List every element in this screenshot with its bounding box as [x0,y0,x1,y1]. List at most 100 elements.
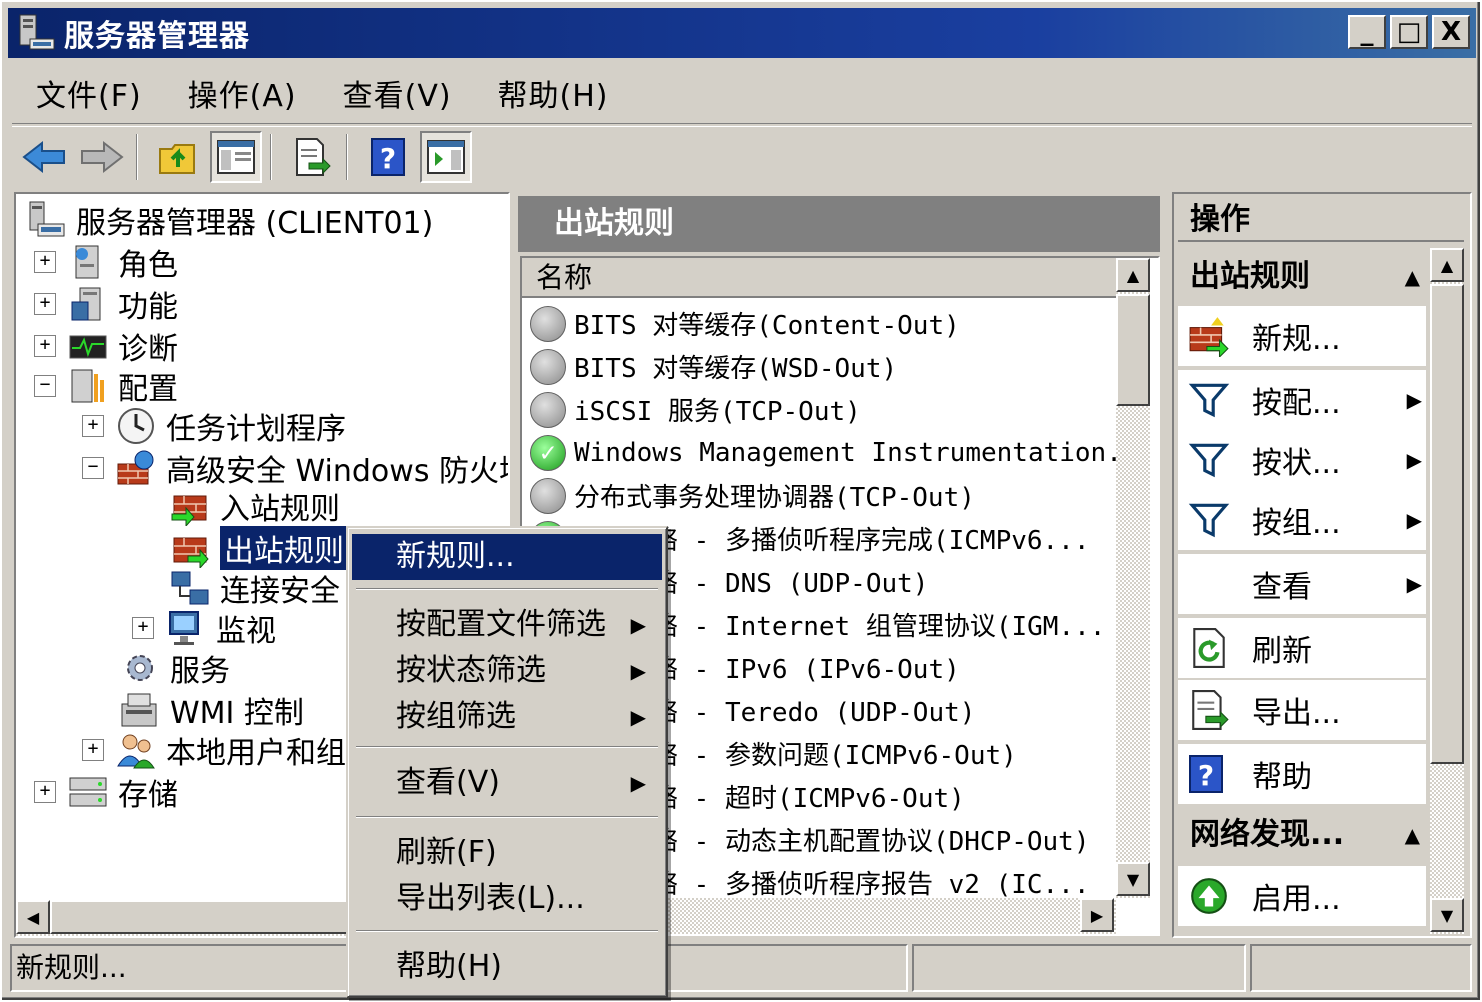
expand-toggle[interactable]: + [82,739,104,761]
actions-section-network-discovery[interactable]: 网络发现... ▲ [1178,806,1426,864]
show-hide-tree-button[interactable] [210,130,262,183]
action-filter-by-group[interactable]: 按组... ▶ [1178,490,1426,550]
section-label: 网络发现... [1190,817,1345,852]
collapse-icon[interactable]: ▲ [1405,248,1420,306]
tree-item-root[interactable]: 服务器管理器 (CLIENT01) [26,198,433,242]
back-arrow-icon [22,140,65,173]
action-enable[interactable]: 启用... [1178,866,1426,926]
submenu-arrow-icon: ▶ [630,771,646,795]
ctx-new-rule[interactable]: 新规则... [352,534,662,580]
new-rule-icon [1188,315,1230,359]
rule-name: BITS 对等缓存(WSD-Out) [574,354,898,384]
disabled-rule-icon [530,477,566,514]
back-button[interactable] [18,131,70,183]
ctx-filter-by-state[interactable]: 按状态筛选 ▶ [352,648,662,694]
export-list-button[interactable] [286,131,338,183]
action-new-rule[interactable]: 新规... [1178,306,1426,366]
maximize-button[interactable]: □ [1390,15,1428,49]
ctx-refresh[interactable]: 刷新(F) [352,830,662,876]
tree-label: 服务 [170,654,230,689]
title-bar[interactable]: 服务器管理器 _ □ X [8,8,1476,58]
action-view[interactable]: 查看 ▶ [1178,554,1426,614]
action-export[interactable]: 导出... [1178,680,1426,740]
expand-toggle[interactable]: + [34,335,56,357]
up-level-button[interactable] [152,131,204,183]
menu-separator [356,930,658,932]
action-refresh[interactable]: 刷新 [1178,618,1426,678]
tree-item-task-scheduler[interactable]: + 任务计划程序 [82,404,346,448]
tree-item-monitoring[interactable]: + 监视 [132,606,276,650]
table-row[interactable]: 分布式事务处理协调器(TCP-Out) [530,474,975,517]
forward-button[interactable] [76,131,128,183]
actions-section-outbound-rules[interactable]: 出站规则 ▲ [1178,248,1426,306]
expand-toggle[interactable]: + [132,617,154,639]
toolbar-separator [346,133,348,180]
expand-toggle[interactable]: + [34,293,56,315]
scroll-up-button[interactable]: ▲ [1430,248,1464,282]
scroll-up-button[interactable]: ▲ [1116,258,1150,292]
submenu-arrow-icon: ▶ [630,613,646,637]
rule-name: BITS 对等缓存(Content-Out) [574,311,960,341]
scroll-left-button[interactable]: ◀ [16,900,50,934]
expand-toggle[interactable]: + [34,251,56,273]
tree-item-diagnostics[interactable]: + 诊断 [34,324,178,368]
minimize-button[interactable]: _ [1348,15,1386,49]
tree-item-features[interactable]: + 功能 [34,282,178,326]
scroll-down-button[interactable]: ▼ [1430,898,1464,932]
scroll-thumb[interactable] [50,900,350,934]
close-button[interactable]: X [1432,15,1470,49]
action-help[interactable]: ? 帮助 [1178,744,1426,804]
menu-file[interactable]: 文件(F) [36,71,142,115]
tree-label: 连接安全 [220,574,340,609]
action-filter-by-profile[interactable]: 按配... ▶ [1178,370,1426,430]
submenu-arrow-icon: ▶ [1406,508,1422,532]
menu-help[interactable]: 帮助(H) [498,71,609,115]
help-button[interactable]: ? [362,131,414,183]
list-vertical-scrollbar[interactable]: ▲ ▼ [1116,258,1150,898]
tree-item-outbound-rules[interactable]: 出站规则 [170,525,349,571]
scroll-right-button[interactable]: ▶ [1080,898,1114,932]
action-label: 启用... [1252,882,1341,917]
tree-label: 入站规则 [220,492,340,527]
tree-item-local-users[interactable]: + 本地用户和组 [82,728,346,772]
tree-label: 服务器管理器 (CLIENT01) [76,206,434,241]
ctx-export-list[interactable]: 导出列表(L)... [352,876,662,922]
tree-item-connection-security[interactable]: 连接安全 [170,566,340,610]
filter-icon [1188,499,1230,541]
scroll-thumb[interactable] [1430,284,1464,764]
tree-item-configuration[interactable]: − 配置 [34,364,178,408]
ctx-help[interactable]: 帮助(H) [352,944,662,990]
scroll-thumb[interactable] [1116,294,1150,406]
menu-bar: 文件(F) 操作(A) 查看(V) 帮助(H) [12,62,1472,124]
column-header-name[interactable]: 名称 [522,258,1118,298]
ctx-label: 查看(V) [396,765,500,800]
collapse-toggle[interactable]: − [82,457,104,479]
table-row[interactable]: iSCSI 服务(TCP-Out) [530,388,861,431]
table-row[interactable]: ✓ Windows Management Instrumentation... [530,431,1153,474]
scroll-down-button[interactable]: ▼ [1116,862,1150,896]
actions-vertical-scrollbar[interactable]: ▲ ▼ [1430,248,1464,934]
table-row[interactable]: BITS 对等缓存(Content-Out) [530,302,960,345]
action-filter-by-state[interactable]: 按状... ▶ [1178,430,1426,490]
tree-item-services[interactable]: 服务 [120,646,230,690]
tree-item-wmi-control[interactable]: WMI 控制 [120,688,304,732]
ctx-view[interactable]: 查看(V) ▶ [352,760,662,806]
menu-action[interactable]: 操作(A) [188,71,297,115]
menu-view[interactable]: 查看(V) [343,71,452,115]
collapse-toggle[interactable]: − [34,375,56,397]
action-label: 刷新 [1252,634,1312,669]
disabled-rule-icon [530,391,566,428]
svg-text:?: ? [380,142,396,175]
ctx-filter-by-group[interactable]: 按组筛选 ▶ [352,694,662,740]
tree-label: 本地用户和组 [166,736,346,771]
tree-item-roles[interactable]: + 角色 [34,240,178,284]
table-row[interactable]: BITS 对等缓存(WSD-Out) [530,345,897,388]
ctx-filter-by-profile[interactable]: 按配置文件筛选 ▶ [352,602,662,648]
tree-item-inbound-rules[interactable]: 入站规则 [170,484,340,528]
expand-toggle[interactable]: + [34,781,56,803]
menu-separator [356,746,658,748]
expand-toggle[interactable]: + [82,415,104,437]
tree-item-storage[interactable]: + 存储 [34,770,178,814]
collapse-icon[interactable]: ▲ [1405,806,1420,864]
show-hide-action-pane-button[interactable] [420,130,472,183]
